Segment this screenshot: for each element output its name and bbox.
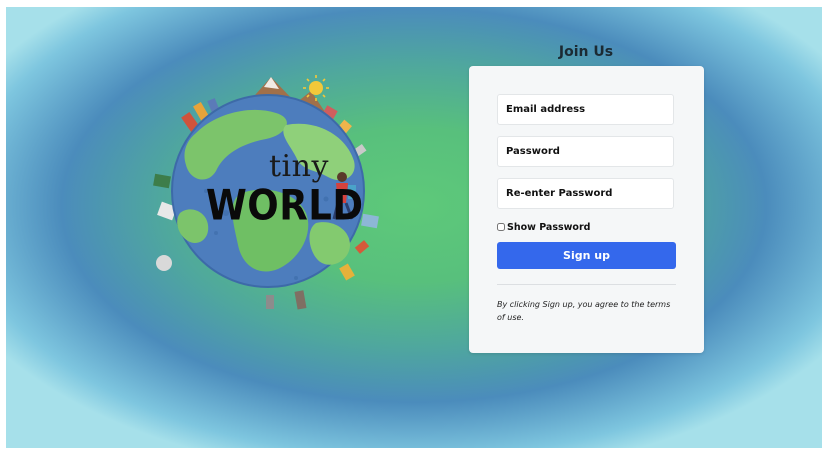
- signup-button[interactable]: Sign up: [497, 242, 676, 269]
- reenter-password-field[interactable]: [497, 178, 674, 209]
- brand-word-world: WORLD: [206, 181, 364, 230]
- page-background: tiny WORLD Join Us Show Password Sign up…: [6, 7, 822, 448]
- signup-card: Show Password Sign up By clicking Sign u…: [469, 66, 704, 353]
- show-password-label: Show Password: [507, 221, 591, 233]
- brand-word-tiny: tiny: [269, 149, 329, 184]
- email-field[interactable]: [497, 94, 674, 125]
- signup-title: Join Us: [558, 44, 614, 60]
- show-password-row[interactable]: Show Password: [497, 221, 590, 233]
- show-password-checkbox[interactable]: [497, 223, 505, 231]
- divider: [497, 284, 676, 285]
- password-field[interactable]: [497, 136, 674, 167]
- terms-text: By clicking Sign up, you agree to the te…: [497, 300, 671, 322]
